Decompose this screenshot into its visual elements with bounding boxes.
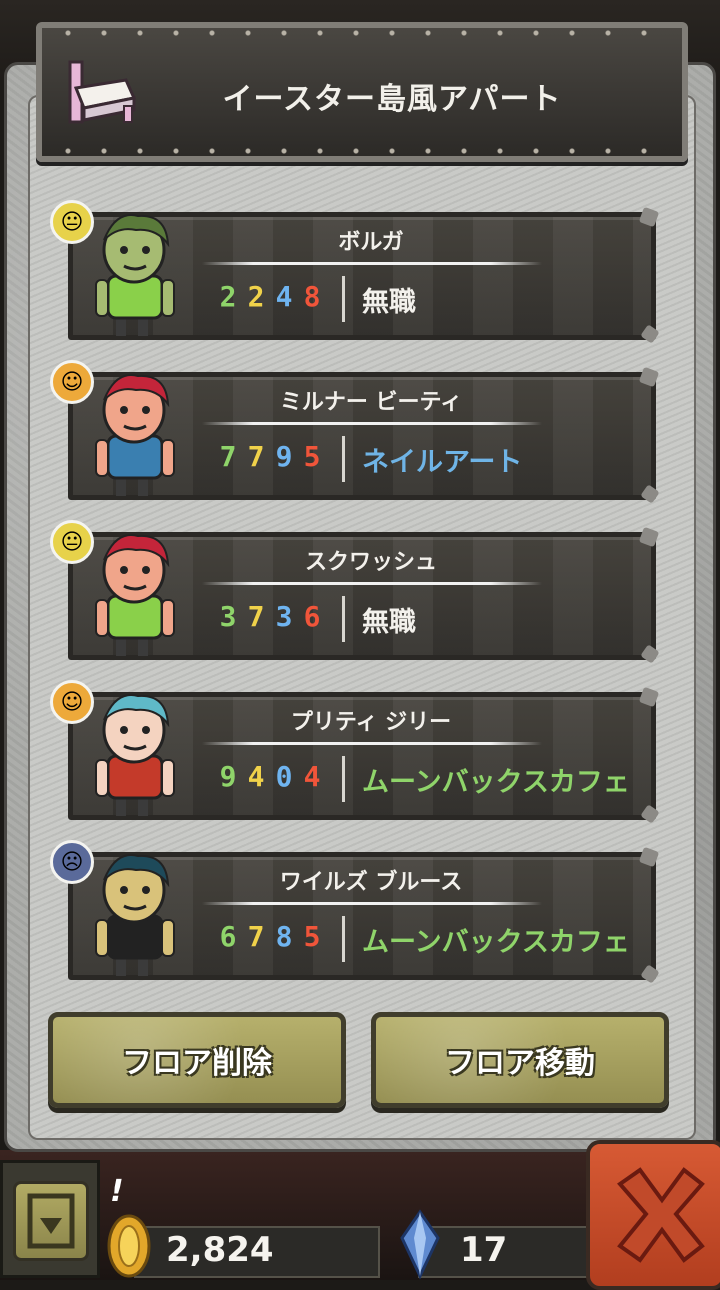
resident-name: プリティ ジリー [290, 710, 452, 735]
resident-job: 無職 [362, 607, 416, 638]
name-divider [202, 262, 542, 265]
name-divider [202, 422, 542, 425]
resident-row[interactable]: ☺ プリティ ジリー 9404 ムーンバックスカフェ [46, 680, 660, 820]
menu-button[interactable] [0, 1160, 100, 1278]
resident-job: ムーンバックスカフェ [362, 927, 630, 958]
stat-value: 9 [275, 440, 293, 473]
name-divider [202, 582, 542, 585]
resident-row[interactable]: ☹ ワイルズ ブルース 6785 ムーンバックスカフェ [46, 840, 660, 980]
floor-title: イースター島風アパート [222, 82, 562, 117]
bed-icon [68, 60, 137, 124]
stat-value: 4 [303, 760, 321, 793]
stat-value: 8 [275, 920, 293, 953]
resident-job: ムーンバックスカフェ [362, 767, 630, 798]
resident-stats: 6785 [218, 920, 322, 953]
stat-value: 9 [219, 760, 237, 793]
resident-stats: 3736 [218, 600, 322, 633]
stat-value: 4 [275, 280, 293, 313]
stat-value: 6 [219, 920, 237, 953]
resident-row[interactable]: ☺ ミルナー ビーティ 7795 ネイルアート [46, 360, 660, 500]
resident-name: スクワッシュ [304, 550, 437, 575]
resident-name: ボルガ [338, 230, 404, 255]
gem-icon [400, 1209, 440, 1280]
delete-floor-button[interactable]: フロア削除 [48, 1012, 346, 1108]
close-icon [617, 1167, 705, 1263]
resident-avatar [95, 694, 175, 816]
stat-value: 2 [247, 280, 265, 313]
stats-separator [342, 436, 345, 482]
alert-indicator: ! [110, 1174, 124, 1209]
stats-separator [342, 756, 345, 802]
stat-value: 4 [247, 760, 265, 793]
stat-value: 5 [303, 440, 321, 473]
resident-avatar [95, 854, 175, 976]
resident-avatar [95, 374, 175, 496]
gem-value: 17 [460, 1230, 508, 1270]
stat-value: 5 [303, 920, 321, 953]
resident-name: ミルナー ビーティ [279, 390, 463, 415]
menu-icon [13, 1181, 89, 1261]
resident-name: ワイルズ ブルース [279, 870, 463, 895]
name-divider [202, 742, 542, 745]
stat-value: 6 [303, 600, 321, 633]
resident-stats: 9404 [218, 760, 322, 793]
stats-separator [342, 596, 345, 642]
resident-avatar [95, 214, 175, 336]
resident-job: ネイルアート [362, 447, 523, 478]
stat-value: 3 [219, 600, 237, 633]
stat-value: 2 [219, 280, 237, 313]
name-divider [202, 902, 542, 905]
floor-header: イースター島風アパート [36, 22, 688, 162]
stats-separator [342, 276, 345, 322]
stat-value: 7 [247, 920, 265, 953]
stat-value: 7 [219, 440, 237, 473]
coin-icon [107, 1214, 151, 1278]
resident-row[interactable]: 😐 スクワッシュ 3736 無職 [46, 520, 660, 660]
stat-value: 7 [247, 440, 265, 473]
rivets [50, 30, 674, 36]
stat-value: 3 [275, 600, 293, 633]
rivets [50, 148, 674, 154]
stat-value: 8 [303, 280, 321, 313]
stat-value: 0 [275, 760, 293, 793]
resident-stats: 2248 [218, 280, 322, 313]
stat-value: 7 [247, 600, 265, 633]
coin-value: 2,824 [166, 1230, 274, 1270]
resident-stats: 7795 [218, 440, 322, 473]
resident-avatar [95, 534, 175, 656]
resident-row[interactable]: 😐 ボルガ 2248 無職 [46, 200, 660, 340]
resident-job: 無職 [362, 287, 416, 318]
stats-separator [342, 916, 345, 962]
close-button[interactable] [586, 1140, 720, 1290]
move-floor-button[interactable]: フロア移動 [371, 1012, 669, 1108]
